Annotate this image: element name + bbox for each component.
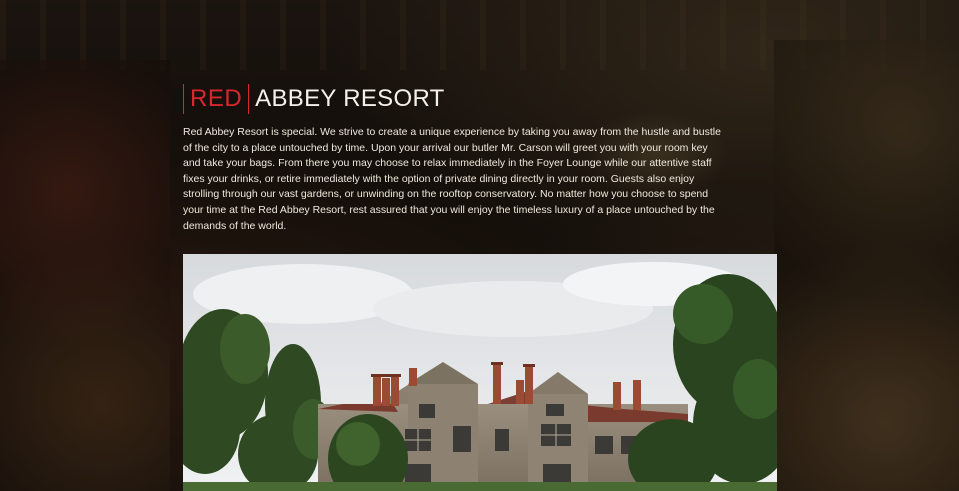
intro-paragraph: Red Abbey Resort is special. We strive t… <box>183 126 721 232</box>
logo-accent-text: RED <box>183 84 248 114</box>
site-logo[interactable]: RED ABBEY RESORT <box>183 83 777 115</box>
manor-house-photo <box>183 254 777 491</box>
logo-text: ABBEY RESORT <box>255 85 445 112</box>
main-content: RED ABBEY RESORT Red Abbey Resort is spe… <box>183 83 777 245</box>
page: RED ABBEY RESORT Red Abbey Resort is spe… <box>0 0 959 491</box>
